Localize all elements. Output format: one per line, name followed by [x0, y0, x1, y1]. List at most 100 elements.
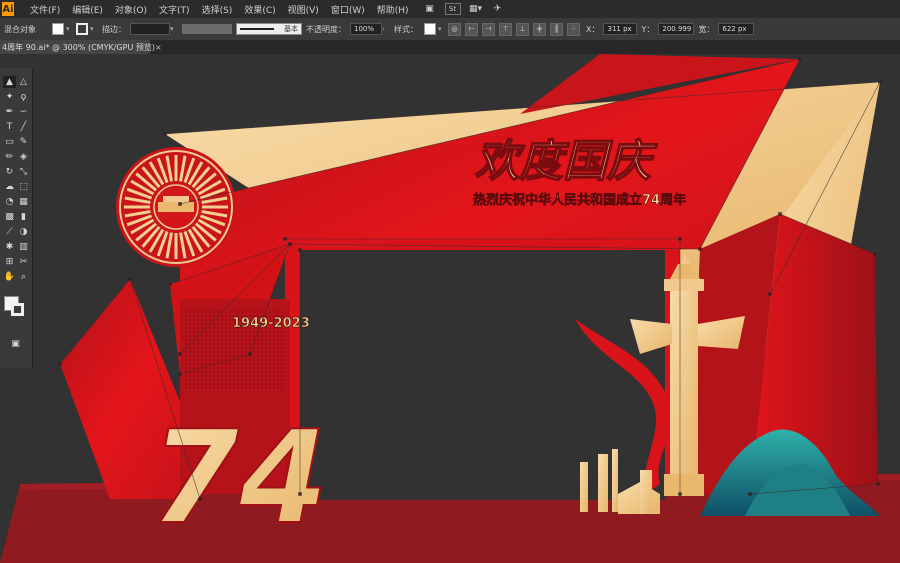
blend-tool-icon[interactable]: ◑ — [17, 226, 30, 238]
anchor-point[interactable] — [288, 242, 292, 246]
y-input[interactable]: 200.999 — [658, 23, 695, 35]
close-icon[interactable]: × — [155, 43, 162, 52]
artwork[interactable]: 欢度国庆 热烈庆祝中华人民共和国成立74周年 1949-2023 74 — [0, 54, 900, 563]
anchor-point[interactable] — [698, 247, 702, 251]
direct-selection-tool-icon[interactable]: △ — [17, 76, 30, 88]
menu-view[interactable]: 视图(V) — [282, 3, 325, 16]
anchor-point[interactable] — [198, 497, 202, 501]
scale-tool-icon[interactable]: ⤡ — [17, 166, 30, 178]
anchor-point[interactable] — [283, 237, 287, 241]
screen-mode-icon[interactable]: ▣ — [9, 338, 22, 350]
lasso-icon[interactable]: ϙ — [17, 91, 30, 103]
slice-tool-icon[interactable]: ✂ — [17, 256, 30, 268]
selection-tool-icon[interactable]: ▲ — [3, 76, 16, 88]
menu-effect[interactable]: 效果(C) — [238, 3, 281, 16]
brush-definition-dropdown[interactable]: 基本 — [236, 23, 302, 35]
pen-tool-icon[interactable]: ✒ — [3, 106, 16, 118]
anchor-point[interactable] — [178, 202, 182, 206]
anchor-point[interactable] — [778, 212, 782, 216]
menu-file[interactable]: 文件(F) — [24, 3, 66, 16]
graphic-style-swatch[interactable] — [424, 23, 436, 35]
chevron-down-icon[interactable]: ▾ — [170, 23, 178, 35]
anchor-point[interactable] — [678, 492, 682, 496]
anchor-point[interactable] — [298, 492, 302, 496]
pencil-icon[interactable]: ✏ — [3, 151, 16, 163]
anchor-point[interactable] — [248, 352, 252, 356]
anchor-point[interactable] — [178, 352, 182, 356]
mesh-tool-icon[interactable]: ▩ — [3, 211, 16, 223]
reference-point-icon[interactable]: ⁘ — [567, 22, 580, 36]
align-middle-button[interactable]: ╪ — [533, 22, 546, 36]
symbol-sprayer-icon[interactable]: ✱ — [3, 241, 16, 253]
width-input[interactable]: 622 px — [718, 23, 755, 35]
menu-type[interactable]: 文字(T) — [153, 3, 196, 16]
menu-window[interactable]: 窗口(W) — [325, 3, 371, 16]
paintbrush-icon[interactable]: ✎ — [17, 136, 30, 148]
menu-edit[interactable]: 编辑(E) — [66, 3, 109, 16]
anchor-point[interactable] — [58, 362, 62, 366]
stroke-color-swatch[interactable] — [76, 23, 88, 35]
menu-select[interactable]: 选择(S) — [196, 3, 239, 16]
document-tab[interactable]: 4周年 90.ai* @ 300% (CMYK/GPU 预览) × — [0, 40, 162, 54]
anchor-point[interactable] — [163, 132, 167, 136]
anchor-point[interactable] — [178, 372, 182, 376]
menu-help[interactable]: 帮助(H) — [371, 3, 415, 16]
graph-tool-icon[interactable]: ▥ — [17, 241, 30, 253]
medallion-emblem[interactable] — [116, 147, 236, 267]
menu-object[interactable]: 对象(O) — [109, 3, 153, 16]
artboard-tool-icon[interactable]: ⊞ — [3, 256, 16, 268]
align-top-button[interactable]: ⊥ — [516, 22, 529, 36]
anchor-point[interactable] — [798, 57, 802, 61]
chevron-down-icon[interactable]: ▾ — [90, 23, 98, 35]
subline-text[interactable]: 热烈庆祝中华人民共和国成立74周年 — [473, 192, 687, 209]
style-label: 样式： — [394, 24, 418, 34]
fill-color-swatch[interactable] — [52, 23, 64, 35]
free-transform-icon[interactable]: ⬚ — [17, 181, 30, 193]
gpu-performance-icon[interactable]: ✈ — [491, 3, 505, 15]
anchor-point[interactable] — [748, 492, 752, 496]
align-left-button[interactable]: ⊢ — [465, 22, 478, 36]
gradient-tool-icon[interactable]: ▮ — [17, 211, 30, 223]
anchor-point[interactable] — [873, 252, 877, 256]
curvature-tool-icon[interactable]: ∽ — [17, 106, 30, 118]
brush-name: 基本 — [284, 25, 298, 33]
stroke-weight-input[interactable] — [130, 23, 170, 35]
anchor-point[interactable] — [878, 80, 882, 84]
bridge-button[interactable]: St — [444, 3, 461, 15]
opacity-input[interactable]: 100% — [350, 23, 382, 35]
type-tool-icon[interactable]: T — [3, 121, 16, 133]
rotate-tool-icon[interactable]: ↻ — [3, 166, 16, 178]
year-range-text[interactable]: 1949-2023 — [232, 316, 310, 332]
distribute-button[interactable]: ║ — [550, 22, 563, 36]
anchor-point[interactable] — [298, 248, 302, 252]
warp-tool-icon[interactable]: ☁ — [3, 181, 16, 193]
perspective-grid-icon[interactable]: ▦ — [17, 196, 30, 208]
magic-wand-icon[interactable]: ✦ — [3, 91, 16, 103]
anchor-point[interactable] — [678, 237, 682, 241]
hand-tool-icon[interactable]: ✋ — [3, 271, 16, 283]
chevron-down-icon[interactable]: ▾ — [66, 23, 74, 35]
align-center-button[interactable]: ⊣ — [482, 22, 495, 36]
arch-opening — [300, 250, 665, 500]
chevron-down-icon[interactable]: ▾ — [438, 23, 446, 35]
shape-builder-icon[interactable]: ◔ — [3, 196, 16, 208]
rectangle-tool-icon[interactable]: ▭ — [3, 136, 16, 148]
eyedropper-icon[interactable]: ⟋ — [3, 226, 16, 238]
variable-width-profile[interactable] — [182, 24, 232, 34]
workspace-icon[interactable]: ▣ — [423, 3, 437, 15]
zoom-tool-icon[interactable]: ⌕ — [17, 271, 30, 283]
arrange-documents-icon[interactable]: ▦▾ — [469, 3, 483, 15]
recolor-artwork-button[interactable]: ◎ — [448, 22, 461, 36]
artboard-canvas[interactable]: 欢度国庆 热烈庆祝中华人民共和国成立74周年 1949-2023 74 — [0, 54, 900, 563]
align-right-button[interactable]: ⊤ — [499, 22, 512, 36]
anchor-point[interactable] — [168, 282, 172, 286]
headline-text[interactable]: 欢度国庆 — [474, 135, 658, 188]
line-tool-icon[interactable]: ╱ — [17, 121, 30, 133]
anchor-point[interactable] — [768, 292, 772, 296]
anchor-point[interactable] — [128, 277, 132, 281]
x-input[interactable]: 311 px — [603, 23, 638, 35]
chevron-right-icon[interactable]: › — [382, 23, 390, 35]
eraser-icon[interactable]: ◈ — [17, 151, 30, 163]
stroke-swatch[interactable] — [11, 303, 24, 316]
anchor-point[interactable] — [876, 482, 880, 486]
